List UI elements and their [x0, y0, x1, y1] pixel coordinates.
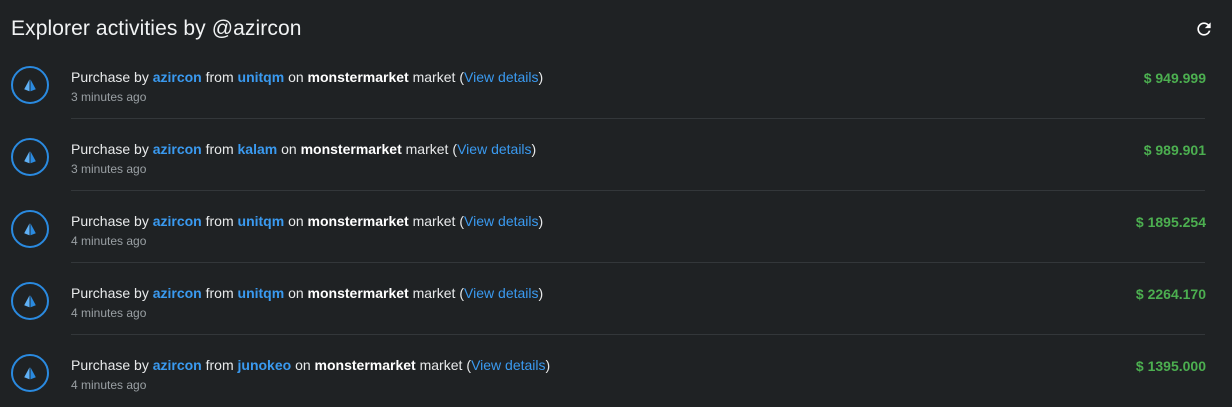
- panel-header: Explorer activities by @azircon: [11, 14, 1220, 44]
- seller-link[interactable]: kalam: [238, 141, 278, 157]
- close-paren: ): [545, 357, 551, 373]
- activity-content: Purchase by azircon from unitqm on monst…: [71, 213, 543, 248]
- activity-content: Purchase by azircon from unitqm on monst…: [71, 69, 543, 104]
- on-label: on: [281, 141, 297, 157]
- seller-link[interactable]: unitqm: [238, 213, 285, 229]
- view-details-link[interactable]: View details: [464, 213, 538, 229]
- activity-description: Purchase by azircon from junokeo on mons…: [71, 357, 550, 373]
- view-details-link[interactable]: View details: [464, 285, 538, 301]
- activity-list: Purchase by azircon from unitqm on monst…: [0, 47, 1232, 407]
- pyramid-icon[interactable]: [11, 138, 49, 176]
- market-name: monstermarket: [307, 285, 409, 301]
- activity-description: Purchase by azircon from unitqm on monst…: [71, 213, 543, 229]
- purchase-by-label: Purchase by: [71, 285, 149, 301]
- market-label: market: [419, 357, 463, 373]
- from-label: from: [205, 285, 234, 301]
- purchase-by-label: Purchase by: [71, 141, 149, 157]
- activity-description: Purchase by azircon from kalam on monste…: [71, 141, 536, 157]
- activities-panel: Explorer activities by @azircon Purchase…: [0, 0, 1232, 402]
- activity-row: Purchase by azircon from kalam on monste…: [0, 119, 1232, 191]
- activity-description: Purchase by azircon from unitqm on monst…: [71, 285, 543, 301]
- activity-timestamp: 4 minutes ago: [71, 378, 147, 392]
- view-details-link[interactable]: View details: [457, 141, 531, 157]
- pyramid-icon[interactable]: [11, 210, 49, 248]
- seller-link[interactable]: junokeo: [238, 357, 292, 373]
- buyer-link[interactable]: azircon: [153, 285, 202, 301]
- pyramid-icon[interactable]: [11, 354, 49, 392]
- market-label: market: [412, 213, 456, 229]
- market-name: monstermarket: [314, 357, 416, 373]
- activity-description: Purchase by azircon from unitqm on monst…: [71, 69, 543, 85]
- activity-amount: $ 989.901: [1143, 142, 1206, 158]
- purchase-by-label: Purchase by: [71, 213, 149, 229]
- activity-timestamp: 3 minutes ago: [71, 90, 147, 104]
- market-label: market: [412, 285, 456, 301]
- market-name: monstermarket: [300, 141, 402, 157]
- pyramid-icon[interactable]: [11, 66, 49, 104]
- view-details-link[interactable]: View details: [471, 357, 545, 373]
- pyramid-icon[interactable]: [11, 282, 49, 320]
- activity-timestamp: 3 minutes ago: [71, 162, 147, 176]
- from-label: from: [205, 141, 234, 157]
- on-label: on: [295, 357, 311, 373]
- seller-link[interactable]: unitqm: [238, 285, 285, 301]
- close-paren: ): [538, 69, 544, 85]
- on-label: on: [288, 213, 304, 229]
- activity-row: Purchase by azircon from unitqm on monst…: [0, 191, 1232, 263]
- purchase-by-label: Purchase by: [71, 69, 149, 85]
- from-label: from: [205, 69, 234, 85]
- view-details-link[interactable]: View details: [464, 69, 538, 85]
- activity-content: Purchase by azircon from unitqm on monst…: [71, 285, 543, 320]
- market-label: market: [405, 141, 449, 157]
- on-label: on: [288, 285, 304, 301]
- activity-amount: $ 2264.170: [1135, 286, 1206, 302]
- market-name: monstermarket: [307, 213, 409, 229]
- activity-amount: $ 1395.000: [1135, 358, 1206, 374]
- buyer-link[interactable]: azircon: [153, 213, 202, 229]
- buyer-link[interactable]: azircon: [153, 69, 202, 85]
- activity-row: Purchase by azircon from unitqm on monst…: [0, 47, 1232, 119]
- from-label: from: [205, 213, 234, 229]
- activity-content: Purchase by azircon from junokeo on mons…: [71, 357, 550, 392]
- buyer-link[interactable]: azircon: [153, 141, 202, 157]
- activity-amount: $ 1895.254: [1135, 214, 1206, 230]
- refresh-icon[interactable]: [1192, 17, 1216, 41]
- market-name: monstermarket: [307, 69, 409, 85]
- close-paren: ): [538, 213, 544, 229]
- page-title: Explorer activities by @azircon: [11, 17, 302, 40]
- activity-timestamp: 4 minutes ago: [71, 234, 147, 248]
- activity-content: Purchase by azircon from kalam on monste…: [71, 141, 536, 176]
- purchase-by-label: Purchase by: [71, 357, 149, 373]
- activity-row: Purchase by azircon from unitqm on monst…: [0, 263, 1232, 335]
- from-label: from: [205, 357, 234, 373]
- close-paren: ): [538, 285, 544, 301]
- seller-link[interactable]: unitqm: [238, 69, 285, 85]
- activity-amount: $ 949.999: [1143, 70, 1206, 86]
- activity-timestamp: 4 minutes ago: [71, 306, 147, 320]
- buyer-link[interactable]: azircon: [153, 357, 202, 373]
- market-label: market: [412, 69, 456, 85]
- activity-row: Purchase by azircon from junokeo on mons…: [0, 335, 1232, 407]
- close-paren: ): [531, 141, 537, 157]
- on-label: on: [288, 69, 304, 85]
